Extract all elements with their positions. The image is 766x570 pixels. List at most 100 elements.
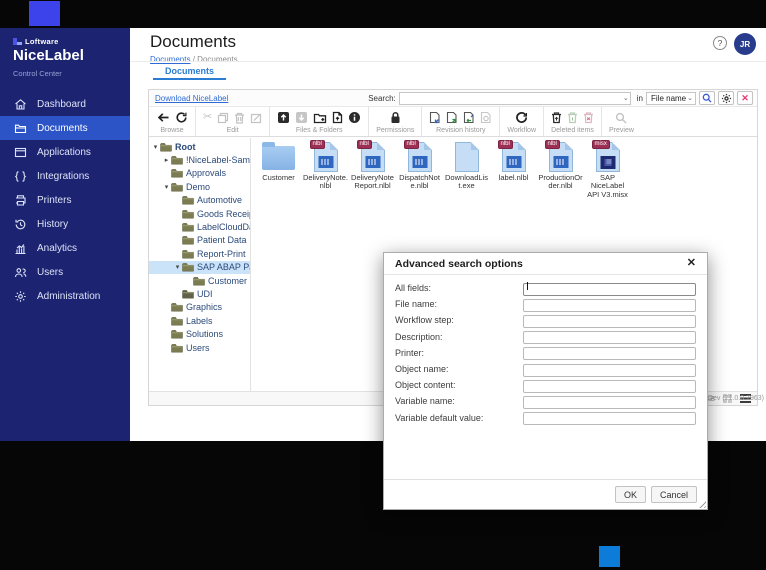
tree-item[interactable]: Automotive bbox=[149, 194, 250, 207]
tree-item[interactable]: Report-Print bbox=[149, 247, 250, 260]
file-item[interactable]: DownloadList.exe bbox=[444, 141, 489, 191]
avatar[interactable]: JR bbox=[734, 33, 756, 55]
taskbar-active-square[interactable] bbox=[599, 546, 620, 567]
ok-button[interactable]: OK bbox=[615, 486, 646, 503]
sidebar-item-analytics[interactable]: Analytics bbox=[0, 236, 130, 260]
dialog-footer: OK Cancel bbox=[384, 479, 707, 509]
field-input[interactable] bbox=[523, 315, 696, 328]
tree-item[interactable]: Goods Receipt bbox=[149, 207, 250, 220]
search-settings-button[interactable] bbox=[718, 91, 734, 105]
file-item[interactable]: misx SAP NiceLabel API V3.misx bbox=[585, 141, 630, 199]
download-icon bbox=[295, 111, 308, 124]
preview-button[interactable] bbox=[615, 112, 627, 124]
file-type-badge: misx bbox=[592, 140, 610, 149]
tree-item[interactable]: Labels bbox=[149, 314, 250, 327]
back-button[interactable] bbox=[156, 111, 170, 124]
info-button[interactable] bbox=[348, 111, 361, 124]
expander-icon[interactable] bbox=[162, 183, 171, 191]
undo-checkout-button[interactable] bbox=[463, 111, 475, 124]
breadcrumb-link[interactable]: Documents bbox=[150, 55, 190, 64]
file-name: DeliveryNote.nlbl bbox=[303, 174, 348, 191]
tree-item[interactable]: SAP ABAP Package bbox=[149, 261, 250, 274]
download-file-button[interactable] bbox=[295, 111, 308, 124]
file-name: DeliveryNoteReport.nlbl bbox=[350, 174, 395, 191]
cancel-button[interactable]: Cancel bbox=[651, 486, 697, 503]
sidebar-item-administration[interactable]: Administration bbox=[0, 284, 130, 308]
field-input[interactable] bbox=[523, 364, 696, 377]
deleted-items-button[interactable] bbox=[551, 111, 562, 124]
field-input[interactable] bbox=[523, 299, 696, 312]
folder-icon bbox=[171, 329, 183, 339]
file-item[interactable]: nlbl ProductionOrder.nlbl bbox=[538, 141, 583, 191]
search-input[interactable] bbox=[399, 92, 631, 105]
search-button[interactable] bbox=[699, 91, 715, 105]
delete-button[interactable] bbox=[234, 112, 245, 124]
file-item[interactable]: nlbl DeliveryNoteReport.nlbl bbox=[350, 141, 395, 191]
expander-icon[interactable] bbox=[151, 143, 160, 151]
new-folder-button[interactable] bbox=[313, 112, 327, 124]
purge-deleted-button[interactable] bbox=[583, 111, 594, 124]
tree-item[interactable]: Root bbox=[149, 140, 250, 153]
tree-item[interactable]: LabelCloudDataIntegration bbox=[149, 220, 250, 233]
sidebar-item-documents[interactable]: Documents bbox=[0, 116, 130, 140]
restore-deleted-button[interactable] bbox=[567, 111, 578, 124]
field-input[interactable] bbox=[523, 396, 696, 409]
help-icon[interactable]: ? bbox=[713, 36, 727, 50]
file-icon bbox=[256, 141, 301, 174]
refresh-button[interactable] bbox=[175, 111, 188, 124]
clear-search-button[interactable]: ✕ bbox=[737, 91, 753, 105]
file-item[interactable]: nlbl label.nlbl bbox=[491, 141, 536, 182]
search-scope-select[interactable]: File name ⌄ bbox=[646, 92, 696, 105]
tree-item[interactable]: Solutions bbox=[149, 327, 250, 340]
field-input[interactable] bbox=[523, 380, 696, 393]
workflow-button[interactable] bbox=[515, 111, 528, 124]
sidebar-item-label: Analytics bbox=[37, 243, 77, 254]
close-icon[interactable]: ✕ bbox=[687, 258, 696, 269]
tree-item[interactable]: Patient Data bbox=[149, 234, 250, 247]
cut-button[interactable]: ✂ bbox=[203, 112, 212, 123]
tab-documents[interactable]: Documents bbox=[165, 66, 214, 80]
tree-item[interactable]: Users bbox=[149, 341, 250, 354]
field-input[interactable] bbox=[523, 347, 696, 360]
barcode-icon bbox=[553, 156, 568, 168]
dialog-header[interactable]: Advanced search options ✕ bbox=[384, 253, 707, 275]
file-item[interactable]: nlbl DispatchNote.nlbl bbox=[397, 141, 442, 191]
trash-icon bbox=[234, 112, 245, 124]
sidebar-item-integrations[interactable]: Integrations bbox=[0, 164, 130, 188]
revision-history-icon bbox=[480, 111, 492, 124]
file-item[interactable]: nlbl DeliveryNote.nlbl bbox=[303, 141, 348, 191]
check-out-button[interactable] bbox=[446, 111, 458, 124]
search-in-label: in bbox=[637, 94, 643, 103]
field-input[interactable] bbox=[523, 331, 696, 344]
refresh-icon bbox=[175, 111, 188, 124]
sidebar-item-printers[interactable]: Printers bbox=[0, 188, 130, 212]
file-item[interactable]: Customer bbox=[256, 141, 301, 182]
upload-document-button[interactable] bbox=[332, 111, 343, 124]
sidebar-item-history[interactable]: History bbox=[0, 212, 130, 236]
history-icon bbox=[14, 218, 27, 231]
sidebar-item-dashboard[interactable]: Dashboard bbox=[0, 92, 130, 116]
field-input[interactable] bbox=[523, 412, 696, 425]
edit-button[interactable] bbox=[250, 112, 262, 124]
tree-item[interactable]: !NiceLabel-Samples bbox=[149, 153, 250, 166]
trash-green-icon bbox=[567, 111, 578, 124]
tree-item[interactable]: Graphics bbox=[149, 301, 250, 314]
folder-icon bbox=[171, 182, 183, 192]
search-dropdown-icon[interactable]: ⌄ bbox=[621, 94, 631, 102]
tree-item[interactable]: UDI bbox=[149, 287, 250, 300]
field-input[interactable] bbox=[523, 283, 696, 296]
expander-icon[interactable] bbox=[173, 263, 182, 271]
permissions-button[interactable] bbox=[390, 111, 401, 124]
revision-history-button[interactable] bbox=[480, 111, 492, 124]
sidebar-item-applications[interactable]: Applications bbox=[0, 140, 130, 164]
download-nicelabel-link[interactable]: Download NiceLabel bbox=[155, 94, 228, 103]
sidebar-item-users[interactable]: Users bbox=[0, 260, 130, 284]
copy-button[interactable] bbox=[217, 112, 229, 124]
barcode-icon bbox=[412, 156, 427, 168]
upload-file-button[interactable] bbox=[277, 111, 290, 124]
expander-icon[interactable] bbox=[162, 156, 171, 164]
check-in-button[interactable] bbox=[429, 111, 441, 124]
tree-item[interactable]: Customer bbox=[149, 274, 250, 287]
tree-item[interactable]: Demo bbox=[149, 180, 250, 193]
tree-item[interactable]: Approvals bbox=[149, 167, 250, 180]
